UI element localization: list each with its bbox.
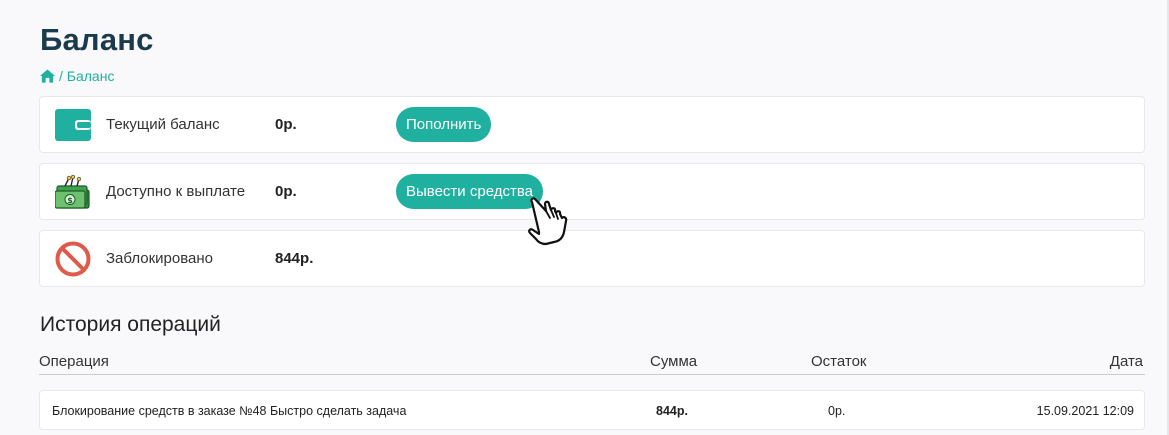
svg-text:$: $ [67,196,73,205]
top-up-button[interactable]: Пополнить [396,107,492,142]
table-row: Блокирование средств в заказе №48 Быстро… [39,390,1145,430]
available-payout-card: $ Доступно к выплате 0р. Вывести средств… [39,163,1145,220]
withdraw-button[interactable]: Вывести средства [396,174,543,209]
blocked-card: Заблокировано 844р. [39,230,1145,287]
column-sum: Сумма [650,353,698,370]
money-stack-icon: $ [55,174,90,209]
blocked-label: Заблокировано [106,250,213,267]
available-payout-amount: 0р. [275,183,297,200]
row-sum: 844р. [656,404,688,418]
breadcrumb: / Баланс [40,68,114,84]
available-payout-label: Доступно к выплате [106,183,246,200]
blocked-icon [55,241,91,277]
column-date: Дата [1109,353,1143,370]
current-balance-card: Текущий баланс 0р. Пополнить [39,96,1145,153]
current-balance-label: Текущий баланс [106,116,220,133]
column-operation: Операция [39,353,109,370]
row-date: 15.09.2021 12:09 [1036,404,1134,418]
wallet-icon [55,109,91,141]
current-balance-amount: 0р. [275,116,297,133]
row-balance: 0р. [828,404,846,418]
page-title: Баланс [40,22,154,57]
home-icon[interactable] [40,69,55,83]
blocked-amount: 844р. [275,250,314,267]
column-balance: Остаток [811,353,867,370]
history-title: История операций [40,313,221,336]
history-table-header: Операция Сумма Остаток Дата [39,353,1145,375]
row-operation: Блокирование средств в заказе №48 Быстро… [52,404,407,418]
hand-pointer-cursor-icon [528,197,568,246]
breadcrumb-current: / Баланс [59,68,115,84]
